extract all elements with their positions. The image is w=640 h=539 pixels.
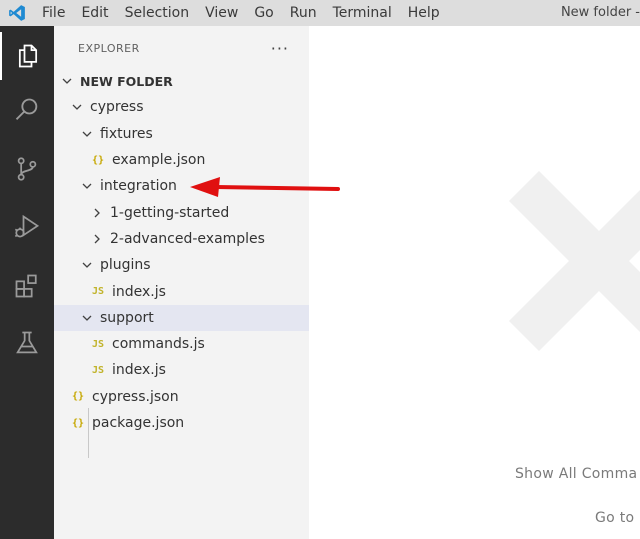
chevron-down-icon <box>80 127 94 141</box>
chevron-right-icon <box>90 206 104 220</box>
tree-item-label: example.json <box>112 152 206 169</box>
run-debug-icon <box>14 214 40 238</box>
tree-item-support-index-js[interactable]: JS index.js <box>54 357 309 383</box>
editor-area[interactable]: Show All Comma Go to <box>309 26 640 539</box>
chevron-down-icon <box>80 179 94 193</box>
tree-item-cypress[interactable]: cypress <box>54 94 309 120</box>
source-control-icon <box>17 157 37 181</box>
menu-help[interactable]: Help <box>400 0 448 26</box>
chevron-down-icon <box>80 258 94 272</box>
js-file-icon: JS <box>91 338 105 350</box>
tree-item-2-advanced-examples[interactable]: 2-advanced-examples <box>54 226 309 252</box>
files-icon <box>18 44 38 68</box>
tree-item-label: commands.js <box>112 336 205 353</box>
hint-go-to: Go to <box>595 510 635 526</box>
tree-item-label: package.json <box>92 415 185 431</box>
js-file-icon: JS <box>91 286 105 298</box>
activity-search[interactable] <box>0 86 54 134</box>
search-icon <box>15 98 38 120</box>
activity-explorer[interactable] <box>0 32 54 80</box>
chevron-right-icon <box>90 232 104 246</box>
title-bar: File Edit Selection View Go Run Terminal… <box>0 0 640 26</box>
menu-run[interactable]: Run <box>282 0 325 26</box>
menu-go[interactable]: Go <box>246 0 281 26</box>
json-file-icon: {} <box>91 154 105 166</box>
vscode-logo-icon[interactable] <box>0 0 34 26</box>
tree-item-label: cypress <box>90 99 144 116</box>
tree-item-label: index.js <box>112 362 166 379</box>
tree-item-example-json[interactable]: {} example.json <box>54 147 309 173</box>
chevron-down-icon <box>80 311 94 325</box>
tree-item-label: integration <box>100 178 177 195</box>
tree-item-label: 1-getting-started <box>110 204 230 221</box>
tree-item-plugins[interactable]: plugins <box>54 252 309 278</box>
menu-edit[interactable]: Edit <box>73 0 116 26</box>
menu-file[interactable]: File <box>34 0 73 26</box>
chevron-down-icon <box>60 74 74 88</box>
menu-bar: File Edit Selection View Go Run Terminal… <box>34 0 448 26</box>
js-file-icon: JS <box>91 364 105 376</box>
json-file-icon: {} <box>71 417 85 429</box>
activity-run-debug[interactable] <box>0 203 54 251</box>
activity-bar <box>0 26 54 539</box>
tree-item-label: support <box>100 309 154 326</box>
tree-item-package-json[interactable]: {} package.json <box>54 410 309 436</box>
tree-item-label: cypress.json <box>92 388 179 405</box>
menu-view[interactable]: View <box>197 0 246 26</box>
tree-item-label: NEW FOLDER <box>80 73 173 89</box>
explorer-sidebar: EXPLORER ··· NEW FOLDER cypress fixtures… <box>54 26 309 539</box>
tree-item-cypress-json[interactable]: {} cypress.json <box>54 384 309 410</box>
tree-item-label: index.js <box>112 283 166 300</box>
tree-item-support[interactable]: support <box>54 304 309 331</box>
vscode-watermark-icon <box>509 171 640 351</box>
tree-item-plugins-index-js[interactable]: JS index.js <box>54 278 309 304</box>
beaker-icon <box>16 331 38 354</box>
explorer-title: EXPLORER <box>78 41 140 55</box>
more-actions-icon[interactable]: ··· <box>271 39 289 58</box>
chevron-down-icon <box>70 100 84 114</box>
tree-item-commands-js[interactable]: JS commands.js <box>54 331 309 357</box>
tree-item-label: fixtures <box>100 125 153 142</box>
hint-show-all-commands: Show All Comma <box>515 466 638 482</box>
json-file-icon: {} <box>71 391 85 403</box>
extensions-icon <box>15 274 37 298</box>
activity-testing[interactable] <box>0 319 54 367</box>
activity-source-control[interactable] <box>0 145 54 193</box>
tree-root-new-folder[interactable]: NEW FOLDER <box>54 68 309 94</box>
menu-selection[interactable]: Selection <box>117 0 198 26</box>
annotation-arrow-icon <box>190 177 340 197</box>
tree-item-fixtures[interactable]: fixtures <box>54 121 309 147</box>
tree-item-label: 2-advanced-examples <box>110 230 265 247</box>
activity-extensions[interactable] <box>0 262 54 310</box>
tree-item-label: plugins <box>100 257 151 274</box>
explorer-header: EXPLORER ··· <box>54 26 309 70</box>
tree-item-1-getting-started[interactable]: 1-getting-started <box>54 199 309 225</box>
menu-terminal[interactable]: Terminal <box>325 0 400 26</box>
window-title: New folder - <box>560 5 640 20</box>
file-tree: NEW FOLDER cypress fixtures {} example.j… <box>54 68 309 458</box>
